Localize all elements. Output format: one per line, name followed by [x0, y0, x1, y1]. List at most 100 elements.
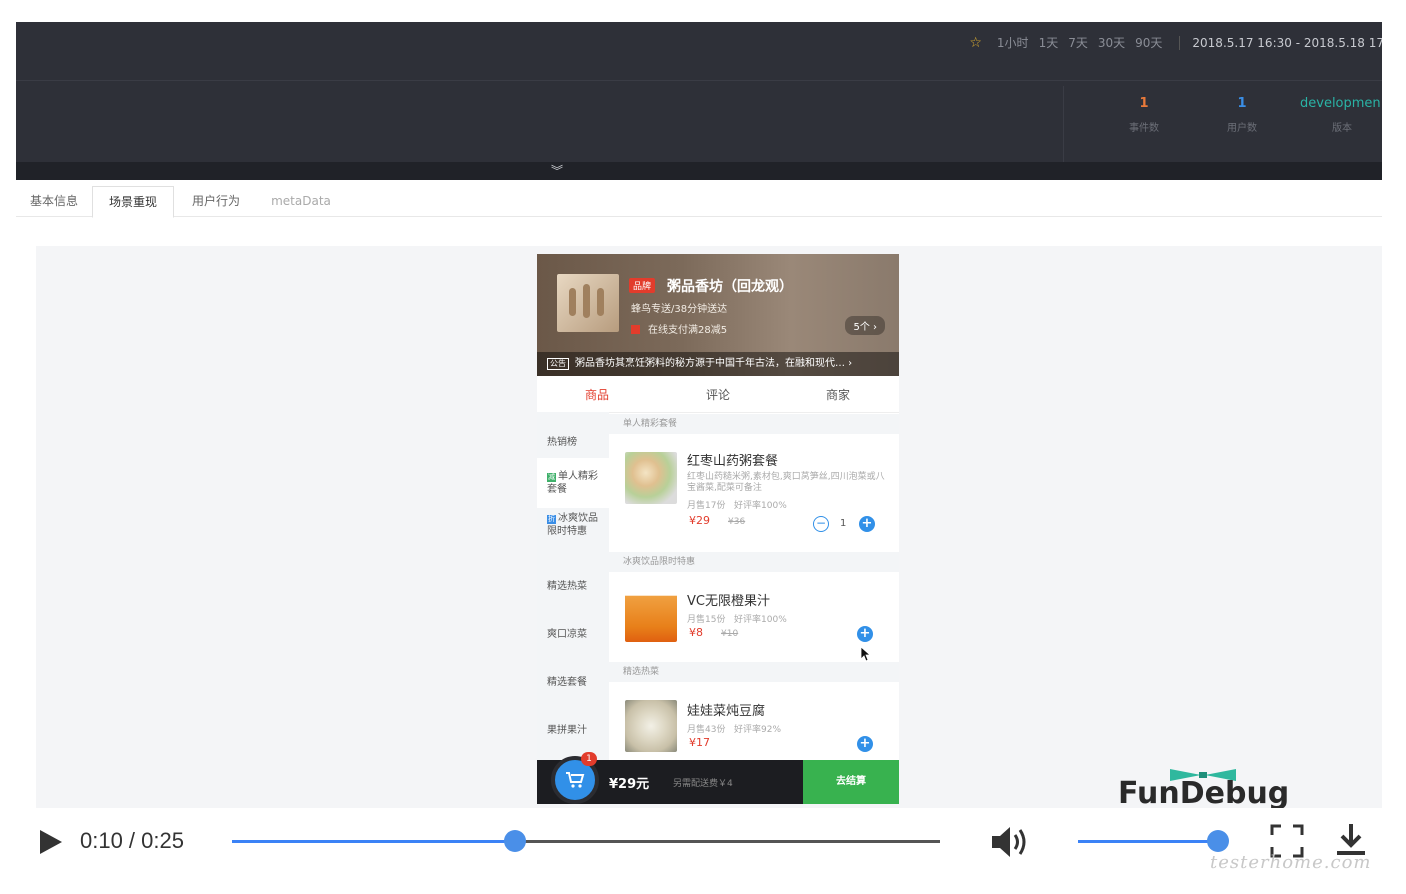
menu-item-hot-dishes[interactable]: 精选热菜: [537, 570, 609, 610]
cart-icon: [566, 772, 585, 788]
add-button[interactable]: +: [857, 626, 873, 642]
quantity: 1: [840, 518, 847, 529]
stats-panel: 1 事件数 1 用户数 developmen 版本: [1063, 86, 1382, 162]
promo-icon: [631, 325, 640, 334]
menu-item-drinks[interactable]: 折冰爽饮品限时特惠: [537, 512, 609, 562]
cart-bar: 1 ¥29元 另需配送费￥4 去结算: [537, 752, 899, 804]
volume-track[interactable]: [1078, 840, 1218, 843]
range-1d[interactable]: 1天: [1039, 34, 1059, 51]
divider: [1179, 35, 1181, 50]
stat-value: developmen: [1300, 96, 1381, 111]
shop-header: 品牌 粥品香坊（回龙观） 蜂鸟专送/38分钟送达 在线支付满28减5 5个 › …: [537, 254, 899, 376]
mouse-cursor-icon: [860, 646, 872, 662]
shop-name: 粥品香坊（回龙观）: [667, 279, 793, 295]
tab-seller[interactable]: 商家: [778, 386, 898, 403]
food-item: 红枣山药粥套餐 红枣山药糙米粥,素材包,爽口莴笋丝,四川泡菜或八宝酱菜,配菜可备…: [609, 436, 899, 552]
menu-label: 爽口凉菜: [547, 629, 587, 640]
section-title: 冰爽饮品限时特惠: [609, 552, 899, 572]
stat-label: 版本: [1332, 123, 1352, 134]
price-now: ¥17: [689, 736, 710, 749]
range-7d[interactable]: 7天: [1068, 34, 1088, 51]
menu-item-cold-dishes[interactable]: 爽口凉菜: [537, 620, 609, 660]
add-button[interactable]: +: [857, 736, 873, 752]
collapse-bar[interactable]: ︾: [16, 162, 1382, 180]
shop-notice[interactable]: 公告 粥品香坊其烹饪粥料的秘方源于中国千年古法，在融和现代… ›: [537, 352, 899, 376]
progress-track[interactable]: [232, 840, 940, 843]
range-90d[interactable]: 90天: [1135, 34, 1162, 51]
decrease-button[interactable]: −: [813, 516, 829, 532]
notice-text: 粥品香坊其烹饪粥料的秘方源于中国千年古法，在融和现代… ›: [575, 358, 853, 369]
fundebug-logo: FunDebug: [1118, 766, 1318, 811]
food-name: 红枣山药粥套餐: [687, 454, 779, 469]
progress-handle[interactable]: [504, 830, 527, 852]
volume-fill: [1078, 840, 1218, 843]
divider: [16, 80, 1382, 81]
food-image: [625, 700, 677, 752]
food-price: ¥17: [689, 736, 710, 749]
food-meta: 月售15份 好评率100%: [687, 612, 787, 625]
video-controls: 0:10 / 0:25: [16, 808, 1382, 874]
star-icon[interactable]: ☆: [969, 35, 982, 51]
menu-label: 精选热菜: [547, 581, 587, 592]
checkout-button[interactable]: 去结算: [803, 760, 899, 804]
food-rating: 好评率100%: [734, 501, 787, 511]
chevron-double-down-icon[interactable]: ︾: [551, 163, 563, 179]
notice-badge: 公告: [547, 358, 569, 370]
add-button[interactable]: +: [859, 516, 875, 532]
food-sold: 月售17份: [687, 501, 726, 511]
food-sold: 月售43份: [687, 725, 726, 735]
delivery-fee: 另需配送费￥4: [673, 779, 733, 789]
shop-tabs: 商品 评论 商家: [537, 376, 899, 413]
volume-handle[interactable]: [1207, 830, 1229, 852]
date-range[interactable]: 2018.5.17 16:30 - 2018.5.18 17: [1192, 36, 1382, 50]
stat-version: developmen 版本: [1290, 96, 1382, 134]
food-desc: 红枣山药糙米粥,素材包,爽口莴笋丝,四川泡菜或八宝酱菜,配菜可备注: [687, 472, 885, 493]
volume-icon[interactable]: [990, 824, 1030, 860]
range-1h[interactable]: 1小时: [997, 34, 1029, 51]
food-meta: 月售17份 好评率100%: [687, 498, 787, 511]
range-30d[interactable]: 30天: [1098, 34, 1125, 51]
food-price: ¥8 ¥10: [689, 626, 738, 639]
tab-ratings[interactable]: 评论: [658, 386, 778, 403]
food-rating: 好评率100%: [734, 615, 787, 625]
menu-item-set-meal[interactable]: 减单人精彩套餐: [537, 458, 609, 508]
shop-avatar: [557, 274, 619, 332]
stat-label: 事件数: [1129, 123, 1159, 134]
tab-basic-info[interactable]: 基本信息: [22, 186, 86, 216]
section-title: 单人精彩套餐: [609, 414, 899, 434]
brand-badge: 品牌: [629, 278, 656, 293]
food-image: [625, 590, 677, 642]
price-now: ¥29: [689, 514, 710, 527]
promo-count-button[interactable]: 5个 ›: [845, 316, 885, 335]
menu-item-juice[interactable]: 果拼果汁: [537, 716, 609, 756]
food-sold: 月售15份: [687, 615, 726, 625]
tab-goods[interactable]: 商品: [537, 386, 657, 403]
cart-count-badge: 1: [581, 752, 597, 766]
food-item: VC无限橙果汁 月售15份 好评率100% ¥8 ¥10 +: [609, 574, 899, 662]
food-price: ¥29 ¥36: [689, 514, 745, 527]
menu-item-combos[interactable]: 精选套餐: [537, 668, 609, 708]
tab-user-behavior[interactable]: 用户行为: [180, 186, 252, 216]
tab-scene-replay[interactable]: 场景重现: [92, 186, 174, 218]
replay-phone-screen: 品牌 粥品香坊（回龙观） 蜂鸟专送/38分钟送达 在线支付满28减5 5个 › …: [537, 254, 899, 804]
menu-label: 热销榜: [547, 437, 577, 448]
menu-label: 果拼果汁: [547, 725, 587, 736]
shop-promo: 在线支付满28减5: [631, 321, 727, 336]
detail-tabs: 基本信息 场景重现 用户行为 metaData: [16, 186, 1382, 218]
tab-metadata[interactable]: metaData: [266, 186, 336, 216]
play-icon[interactable]: [38, 828, 64, 856]
shop-delivery: 蜂鸟专送/38分钟送达: [631, 304, 728, 315]
dashboard-panel: ☆ 1小时 1天 7天 30天 90天 2018.5.17 16:30 - 20…: [16, 22, 1382, 162]
promo-text: 在线支付满28减5: [648, 325, 728, 336]
price-now: ¥8: [689, 626, 703, 639]
stat-users: 1 用户数: [1192, 96, 1292, 134]
category-menu: 热销榜 减单人精彩套餐 折冰爽饮品限时特惠 精选热菜 爽口凉菜 精选套餐 果拼果…: [537, 412, 609, 760]
progress-fill: [232, 840, 516, 843]
stat-value: 1: [1237, 96, 1247, 111]
menu-label: 精选套餐: [547, 677, 587, 688]
food-rating: 好评率92%: [734, 725, 782, 735]
food-meta: 月售43份 好评率92%: [687, 722, 781, 735]
cart-total: ¥29元: [609, 777, 650, 792]
sale-icon: 折: [547, 515, 556, 524]
food-name: VC无限橙果汁: [687, 594, 770, 609]
